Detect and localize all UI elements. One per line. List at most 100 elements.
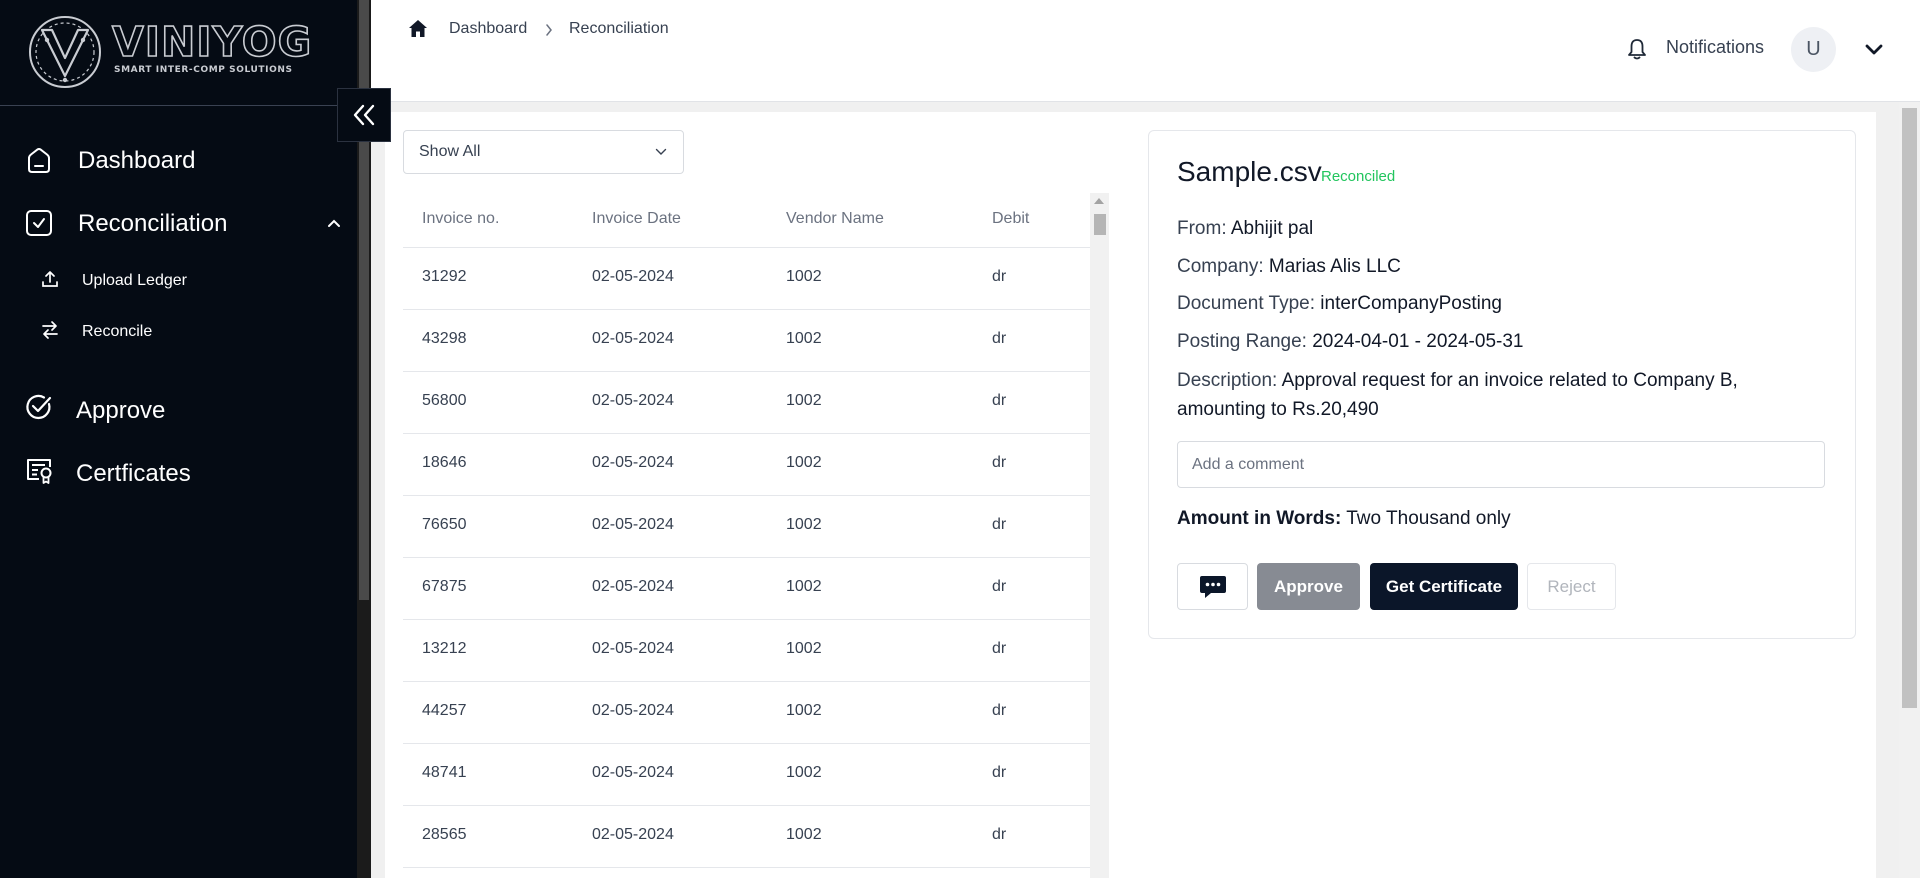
collapse-sidebar-button[interactable] [337,88,391,142]
table-row[interactable]: 76650 02-05-2024 1002 dr [403,495,1090,557]
file-name: Sample.csv [1177,156,1322,187]
posting-range-value: 2024-04-01 - 2024-05-31 [1312,331,1524,352]
sidebar-item-reconciliation[interactable]: Reconciliation [0,206,357,240]
sidebar-item-certificates[interactable]: Certficates [0,455,357,489]
bell-icon[interactable] [1627,38,1647,60]
table-row[interactable]: 67875 02-05-2024 1002 dr [403,557,1090,619]
page-scrollbar-thumb[interactable] [1902,108,1917,708]
breadcrumb-reconciliation: Reconciliation [569,20,669,37]
home-icon [28,148,50,173]
cell-invoice-no: 56800 [422,392,467,409]
cell-invoice-date: 02-05-2024 [592,454,674,471]
chevron-down-icon[interactable] [1864,43,1884,57]
cell-debit: dr [992,702,1007,719]
brand-tagline: SMART INTER-COMP SOLUTIONS [114,65,293,75]
table-row[interactable]: 31292 02-05-2024 1002 dr [403,247,1090,309]
table-row[interactable]: 43298 02-05-2024 1002 dr [403,309,1090,371]
upload-icon [42,271,58,287]
cell-invoice-no: 28565 [422,826,467,843]
cell-debit: dr [992,640,1007,657]
cell-invoice-date: 02-05-2024 [592,764,674,781]
cell-vendor-name: 1002 [786,640,822,657]
brand-name: VINIYOG [111,18,313,66]
cell-vendor-name: 1002 [786,330,822,347]
company-value: Marias Alis LLC [1268,256,1401,277]
double-chevron-left-icon [353,104,375,126]
column-header-invoice-date[interactable]: Invoice Date [592,210,681,228]
cell-debit: dr [992,764,1007,781]
logo-emblem-icon [29,16,101,88]
from-label: From: [1177,218,1227,239]
cell-vendor-name: 1002 [786,392,822,409]
cell-invoice-no: 43298 [422,330,467,347]
document-type-field: Document Type: interCompanyPosting [1177,293,1502,315]
sidebar-item-label: Reconcile [82,323,153,340]
breadcrumb-dashboard[interactable]: Dashboard [449,20,527,38]
cell-vendor-name: 1002 [786,268,822,285]
cell-invoice-no: 13212 [422,640,467,657]
notifications-link[interactable]: Notifications [1666,37,1764,58]
row-divider [403,867,1090,868]
approve-button[interactable]: Approve [1257,563,1360,610]
chevron-down-icon [655,148,667,155]
cell-invoice-no: 67875 [422,578,467,595]
column-header-debit[interactable]: Debit [992,210,1029,228]
column-header-vendor-name[interactable]: Vendor Name [786,210,884,228]
sidebar-item-reconcile[interactable]: Reconcile [0,320,357,344]
document-type-value: interCompanyPosting [1320,293,1502,314]
arrows-swap-icon [42,321,58,339]
cell-vendor-name: 1002 [786,516,822,533]
description-label: Description: [1177,370,1278,391]
chevron-up-icon [328,219,340,227]
sidebar-item-label: Approve [76,397,166,424]
cell-invoice-date: 02-05-2024 [592,268,674,285]
sidebar-item-label: Upload Ledger [82,272,187,289]
sidebar-item-label: Certficates [76,460,191,487]
table-scrollbar[interactable] [1090,193,1109,878]
status-badge: Reconciled [1321,168,1396,185]
filter-select[interactable]: Show All [403,130,684,174]
company-field: Company: Marias Alis LLC [1177,256,1401,278]
sidebar-item-dashboard[interactable]: Dashboard [0,143,357,177]
sidebar-item-upload-ledger[interactable]: Upload Ledger [0,269,357,293]
table-row[interactable]: 44257 02-05-2024 1002 dr [403,681,1090,743]
chat-icon [1199,575,1226,598]
comment-input[interactable] [1177,441,1825,488]
from-value: Abhijit pal [1230,218,1314,239]
scroll-up-arrow-icon[interactable] [1094,198,1104,204]
cell-debit: dr [992,392,1007,409]
avatar[interactable]: U [1791,27,1836,72]
filter-select-value: Show All [419,143,481,160]
cell-invoice-no: 18646 [422,454,467,471]
cell-invoice-date: 02-05-2024 [592,578,674,595]
get-certificate-button[interactable]: Get Certificate [1370,563,1518,610]
table-row[interactable]: 56800 02-05-2024 1002 dr [403,371,1090,433]
from-field: From: Abhijit pal [1177,218,1313,240]
sidebar-item-approve[interactable]: Approve [0,392,357,426]
amount-in-words: Amount in Words: Two Thousand only [1177,508,1511,530]
cell-invoice-date: 02-05-2024 [592,640,674,657]
table-row[interactable]: 13212 02-05-2024 1002 dr [403,619,1090,681]
table-scrollbar-thumb[interactable] [1094,214,1106,235]
table-row[interactable]: 18646 02-05-2024 1002 dr [403,433,1090,495]
comment-button[interactable] [1177,563,1248,610]
amount-in-words-value: Two Thousand only [1346,508,1511,529]
sidebar-item-label: Dashboard [78,147,196,174]
cell-vendor-name: 1002 [786,702,822,719]
table-row[interactable]: 48741 02-05-2024 1002 dr [403,743,1090,805]
breadcrumb-separator-icon [546,24,552,36]
reject-button[interactable]: Reject [1527,563,1616,610]
cell-vendor-name: 1002 [786,764,822,781]
posting-range-field: Posting Range: 2024-04-01 - 2024-05-31 [1177,331,1523,353]
cell-debit: dr [992,826,1007,843]
cell-invoice-date: 02-05-2024 [592,516,674,533]
cell-invoice-no: 31292 [422,268,467,285]
amount-in-words-label: Amount in Words: [1177,508,1342,529]
home-icon[interactable] [408,19,428,38]
cell-debit: dr [992,516,1007,533]
cell-debit: dr [992,454,1007,471]
column-header-invoice-no[interactable]: Invoice no. [422,210,499,228]
certificate-icon [27,459,52,484]
cell-debit: dr [992,268,1007,285]
company-label: Company: [1177,256,1264,277]
